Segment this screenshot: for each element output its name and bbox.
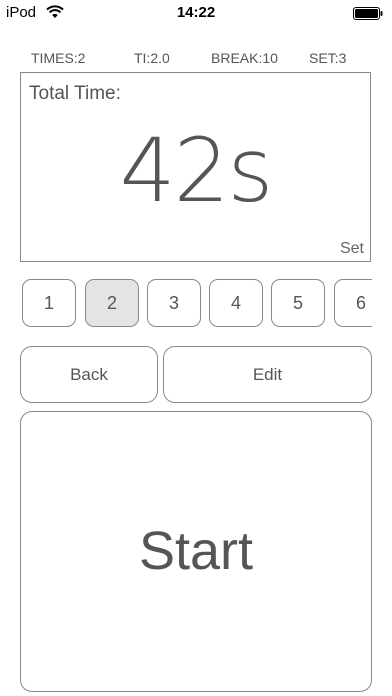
edit-button[interactable]: Edit — [163, 346, 372, 403]
number-selector[interactable]: 1 2 3 4 5 6 — [20, 279, 372, 331]
number-button-5[interactable]: 5 — [271, 279, 325, 327]
set-button[interactable]: Set — [340, 240, 364, 258]
total-time-label: Total Time: — [29, 83, 121, 104]
number-button-3[interactable]: 3 — [147, 279, 201, 327]
break-label: BREAK:10 — [211, 50, 278, 66]
settings-summary: TIMES:2 TI:2.0 BREAK:10 SET:3 — [0, 50, 392, 68]
back-button[interactable]: Back — [20, 346, 158, 403]
status-bar: iPod 14:22 — [0, 0, 392, 26]
number-button-1[interactable]: 1 — [22, 279, 76, 327]
status-time: 14:22 — [176, 4, 216, 21]
number-button-2[interactable]: 2 — [85, 279, 139, 327]
number-button-4[interactable]: 4 — [209, 279, 263, 327]
ti-label: TI:2.0 — [134, 50, 170, 66]
battery-icon — [353, 7, 383, 20]
total-time-value: 42s — [119, 119, 274, 222]
start-button[interactable]: Start — [20, 411, 372, 692]
times-label: TIMES:2 — [31, 50, 86, 66]
number-button-6[interactable]: 6 — [334, 279, 372, 327]
set-count-label: SET:3 — [309, 50, 347, 66]
timer-display: Total Time: 42s Set — [20, 72, 371, 262]
